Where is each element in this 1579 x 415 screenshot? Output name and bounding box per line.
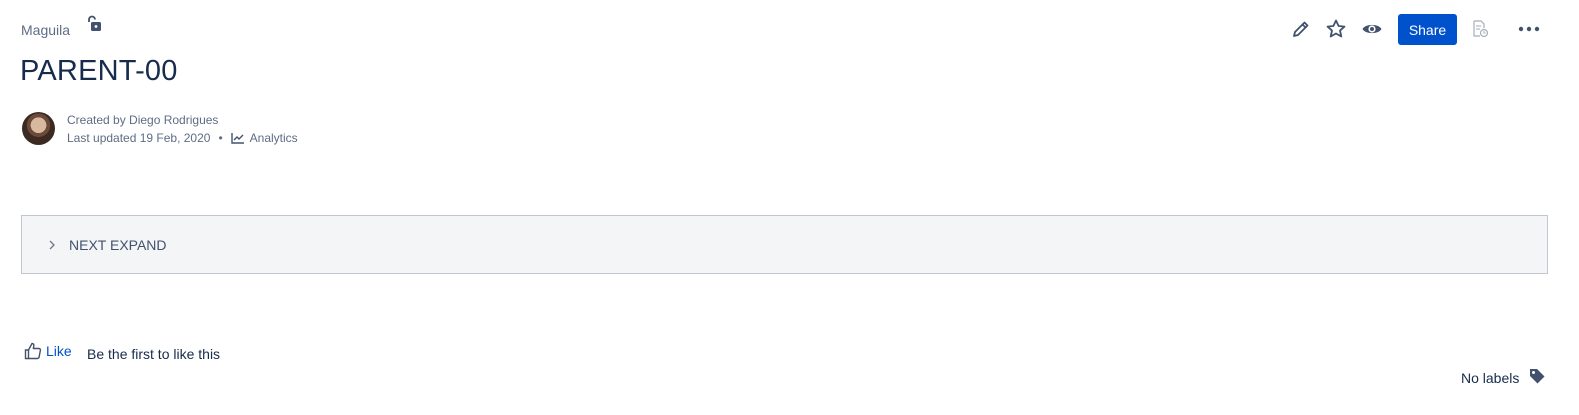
page-history-icon[interactable] bbox=[1469, 18, 1491, 40]
like-label: Like bbox=[46, 343, 72, 359]
analytics-chart-icon bbox=[230, 132, 244, 144]
like-hint-text: Be the first to like this bbox=[87, 346, 221, 362]
created-by-text: Created by Diego Rodrigues bbox=[67, 113, 219, 127]
watch-eye-icon[interactable] bbox=[1361, 18, 1383, 40]
expand-title: NEXT EXPAND bbox=[69, 236, 167, 253]
analytics-label: Analytics bbox=[249, 131, 298, 145]
unlock-icon[interactable] bbox=[85, 15, 103, 33]
like-button[interactable]: Like bbox=[24, 342, 72, 360]
byline-details: Last updated 19 Feb, 2020 • Analytics bbox=[67, 131, 298, 145]
avatar[interactable] bbox=[22, 112, 55, 145]
breadcrumb-space[interactable]: Maguila bbox=[21, 22, 70, 38]
byline-separator: • bbox=[218, 131, 223, 145]
no-labels-text: No labels bbox=[1461, 370, 1520, 386]
edit-pencil-icon[interactable] bbox=[1290, 18, 1312, 40]
last-updated-link[interactable]: Last updated 19 Feb, 2020 bbox=[67, 131, 210, 145]
analytics-link[interactable]: Analytics bbox=[230, 131, 298, 145]
more-actions-icon[interactable] bbox=[1518, 18, 1540, 40]
chevron-right-icon bbox=[49, 240, 59, 250]
expand-section[interactable]: NEXT EXPAND bbox=[21, 215, 1548, 274]
tag-icon[interactable] bbox=[1528, 367, 1546, 385]
star-icon[interactable] bbox=[1325, 18, 1347, 40]
share-button[interactable]: Share bbox=[1398, 14, 1457, 45]
page-title: PARENT-00 bbox=[20, 55, 178, 87]
thumbs-up-icon bbox=[24, 342, 42, 360]
